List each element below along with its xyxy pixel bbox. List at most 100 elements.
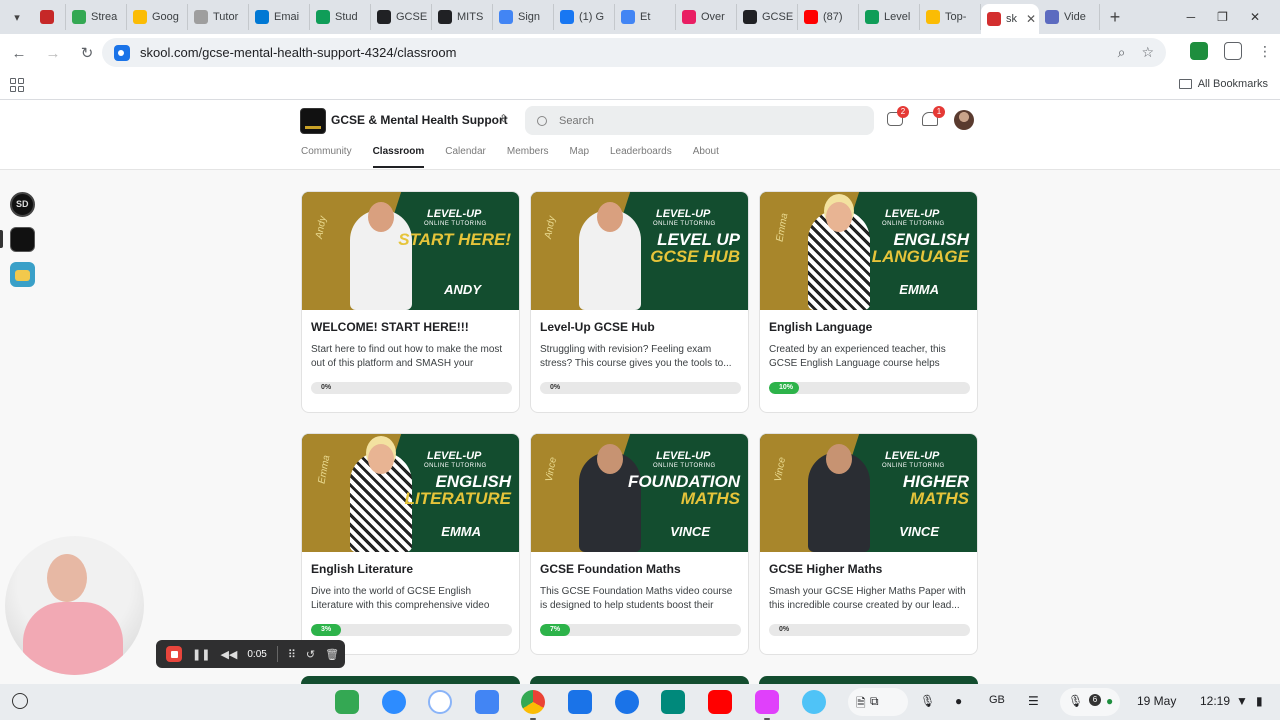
nav-tab-leaderboards[interactable]: Leaderboards bbox=[610, 146, 672, 168]
rail-group-gcse[interactable] bbox=[10, 227, 35, 252]
extension-icon[interactable] bbox=[1190, 42, 1208, 60]
keyboard-layout[interactable]: GB bbox=[989, 694, 1005, 706]
microphone-icon[interactable]: 🎙 bbox=[920, 694, 935, 708]
group-name[interactable]: GCSE & Mental Health Support bbox=[331, 113, 508, 127]
nav-tab-members[interactable]: Members bbox=[507, 146, 549, 168]
stop-recording-button[interactable] bbox=[166, 646, 182, 662]
nav-tab-classroom[interactable]: Classroom bbox=[372, 146, 425, 168]
browser-tab[interactable]: Top- bbox=[920, 4, 981, 30]
course-card-peek[interactable] bbox=[759, 676, 978, 684]
browser-tab[interactable]: Goog bbox=[127, 4, 188, 30]
zoom-icon[interactable] bbox=[382, 690, 406, 714]
restart-icon[interactable]: ↺ bbox=[306, 648, 315, 661]
browser-menu-icon[interactable]: ⋮ bbox=[1258, 43, 1272, 60]
minimize-icon[interactable]: ─ bbox=[1187, 10, 1196, 24]
browser-tab[interactable]: Over bbox=[676, 4, 737, 30]
zoom-icon[interactable]: ⌕ bbox=[1118, 44, 1126, 61]
course-title[interactable]: English Literature bbox=[311, 562, 413, 576]
messages-icon[interactable] bbox=[615, 690, 639, 714]
extensions-puzzle-icon[interactable] bbox=[1224, 42, 1242, 60]
browser-tab[interactable]: Level bbox=[859, 4, 920, 30]
mail-icon[interactable] bbox=[802, 690, 826, 714]
nav-tab-community[interactable]: Community bbox=[301, 146, 352, 168]
date-text[interactable]: 19 May bbox=[1137, 694, 1176, 708]
group-switcher-icon[interactable]: ⇕ bbox=[499, 112, 508, 125]
course-card[interactable]: Andy LEVEL-UP ONLINE TUTORING LEVEL UP GCSE … bbox=[530, 191, 749, 413]
course-title[interactable]: GCSE Higher Maths bbox=[769, 562, 882, 576]
browser-tab[interactable]: Stud bbox=[310, 4, 371, 30]
rewind-icon[interactable]: ◀◀ bbox=[220, 648, 237, 661]
copy-icon[interactable]: ⧉ bbox=[870, 694, 879, 709]
course-card[interactable]: Emma LEVEL-UP ONLINE TUTORING ENGLISH LITERA… bbox=[301, 433, 520, 655]
browser-tab[interactable]: GCSE bbox=[371, 4, 432, 30]
back-icon[interactable]: ← bbox=[4, 45, 34, 62]
forward-icon[interactable]: → bbox=[38, 45, 68, 62]
browser-tab[interactable]: MITS bbox=[432, 4, 493, 30]
browser-tab[interactable]: Sign bbox=[493, 4, 554, 30]
screen-recorder-icon[interactable] bbox=[755, 690, 779, 720]
course-thumbnail[interactable]: Emma LEVEL-UP ONLINE TUTORING ENGLISH LITERA… bbox=[302, 434, 519, 552]
nav-tab-about[interactable]: About bbox=[693, 146, 719, 168]
new-tab-button[interactable]: + bbox=[1100, 7, 1130, 28]
trash-icon[interactable]: 🗑 bbox=[325, 648, 339, 661]
group-logo[interactable] bbox=[300, 108, 326, 134]
course-thumbnail[interactable]: Andy LEVEL-UP ONLINE TUTORING START HERE! AN… bbox=[302, 192, 519, 310]
browser-tab[interactable] bbox=[34, 4, 66, 30]
browser-tab[interactable]: Emai bbox=[249, 4, 310, 30]
calendar-icon[interactable] bbox=[475, 690, 499, 714]
clock-text[interactable]: 12:19 bbox=[1200, 694, 1230, 708]
course-card[interactable]: Andy LEVEL-UP ONLINE TUTORING START HERE! AN… bbox=[301, 191, 520, 413]
search-input[interactable] bbox=[559, 114, 839, 127]
recording-indicator-icon[interactable]: ● bbox=[955, 694, 962, 708]
close-window-icon[interactable]: ✕ bbox=[1250, 10, 1260, 24]
files-icon[interactable] bbox=[568, 690, 592, 714]
course-title[interactable]: English Language bbox=[769, 320, 872, 334]
file-icon[interactable]: 🗎 bbox=[856, 694, 866, 715]
course-title[interactable]: GCSE Foundation Maths bbox=[540, 562, 681, 576]
clipboard-icon[interactable]: ☰ bbox=[1028, 694, 1039, 708]
browser-tab[interactable]: Strea bbox=[66, 4, 127, 30]
meet-icon[interactable] bbox=[661, 690, 685, 714]
browser-tab[interactable]: Et bbox=[615, 4, 676, 30]
bookmark-star-icon[interactable]: ☆ bbox=[1141, 44, 1154, 61]
course-thumbnail[interactable]: Vince LEVEL-UP ONLINE TUTORING FOUNDATION MA… bbox=[531, 434, 748, 552]
course-title[interactable]: Level-Up GCSE Hub bbox=[540, 320, 655, 334]
browser-tab[interactable]: sk ✕ bbox=[981, 4, 1039, 34]
tab-search-button[interactable]: ▾ bbox=[0, 0, 34, 34]
apps-icon[interactable] bbox=[335, 690, 359, 714]
address-bar[interactable]: skool.com/gcse-mental-health-support-432… bbox=[102, 38, 1166, 67]
browser-tab[interactable]: Tutor bbox=[188, 4, 249, 30]
course-thumbnail[interactable]: Vince LEVEL-UP ONLINE TUTORING HIGHER MATHS V… bbox=[760, 434, 977, 552]
user-avatar[interactable] bbox=[954, 110, 974, 130]
course-card-peek[interactable] bbox=[530, 676, 749, 684]
tab-close-icon[interactable]: ✕ bbox=[1026, 12, 1036, 26]
course-card[interactable]: Vince LEVEL-UP ONLINE TUTORING FOUNDATION MA… bbox=[530, 433, 749, 655]
course-thumbnail[interactable]: Emma LEVEL-UP ONLINE TUTORING ENGLISH LANGUA… bbox=[760, 192, 977, 310]
webcam-bubble[interactable] bbox=[5, 536, 144, 675]
browser-tab[interactable]: (1) G bbox=[554, 4, 615, 30]
maximize-icon[interactable]: ❐ bbox=[1217, 10, 1228, 24]
course-card[interactable]: Emma LEVEL-UP ONLINE TUTORING ENGLISH LANGUA… bbox=[759, 191, 978, 413]
nav-tab-calendar[interactable]: Calendar bbox=[445, 146, 486, 168]
rail-group-sd[interactable] bbox=[10, 192, 35, 217]
browser-tab[interactable]: (87) bbox=[798, 4, 859, 30]
gemini-icon[interactable] bbox=[428, 690, 452, 714]
browser-tab[interactable]: Vide bbox=[1039, 4, 1100, 30]
course-card[interactable]: Vince LEVEL-UP ONLINE TUTORING HIGHER MATHS V… bbox=[759, 433, 978, 655]
site-camera-icon[interactable] bbox=[114, 44, 130, 61]
course-thumbnail[interactable]: Andy LEVEL-UP ONLINE TUTORING LEVEL UP GCSE … bbox=[531, 192, 748, 310]
course-card-peek[interactable] bbox=[301, 676, 520, 684]
nav-tab-map[interactable]: Map bbox=[570, 146, 589, 168]
notification-count[interactable]: 6 bbox=[1089, 694, 1101, 706]
chrome-icon[interactable] bbox=[521, 690, 545, 720]
all-bookmarks-button[interactable]: All Bookmarks bbox=[1178, 78, 1268, 90]
course-title[interactable]: WELCOME! START HERE!!! bbox=[311, 320, 469, 334]
rail-group-other[interactable] bbox=[10, 262, 35, 287]
reload-icon[interactable]: ↻ bbox=[72, 44, 102, 62]
browser-tab[interactable]: GCSE bbox=[737, 4, 798, 30]
youtube-icon[interactable] bbox=[708, 690, 732, 714]
drag-handle-icon[interactable]: ⠿ bbox=[288, 648, 296, 661]
launcher-icon[interactable] bbox=[12, 693, 28, 709]
search-box[interactable] bbox=[525, 106, 874, 135]
pause-icon[interactable]: ❚❚ bbox=[192, 648, 210, 661]
